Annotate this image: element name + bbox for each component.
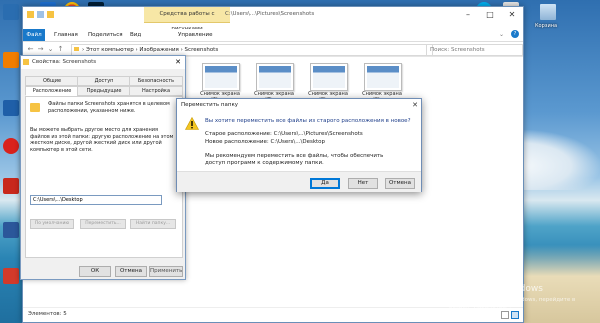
thumbnail[interactable]	[364, 63, 402, 91]
dialog-footer: Да Нет Отмена	[177, 171, 421, 192]
properties-dialog: Свойства: Screenshots ✕ Общие Доступ Без…	[20, 55, 186, 280]
tab-file[interactable]: Файл	[23, 29, 45, 41]
search-input[interactable]: Поиск: Screenshots	[426, 44, 523, 56]
old-location-text: Старое расположение: C:\Users\...\Pictur…	[205, 131, 363, 137]
word-icon[interactable]	[3, 222, 19, 238]
status-bar: Элементов: 5	[23, 307, 523, 322]
recycle-bin-label: Корзина	[535, 23, 558, 29]
thumbnail-image	[313, 66, 345, 88]
properties-qa-icon[interactable]	[37, 11, 44, 18]
tab-customize[interactable]: Настройка	[129, 86, 183, 96]
status-text: Элементов: 5	[28, 311, 67, 317]
thumbnail[interactable]	[256, 63, 294, 91]
tab-previous-versions[interactable]: Предыдущие версии	[77, 86, 131, 102]
desktop-app-icon[interactable]	[3, 4, 19, 20]
tab-share[interactable]: Поделиться	[83, 29, 128, 41]
folder-icon	[23, 59, 29, 65]
thumbnail-image	[367, 66, 399, 88]
warning-icon	[185, 117, 199, 130]
window-title: C:\Users\...\Pictures\Screenshots	[225, 11, 315, 17]
cancel-button[interactable]: Отмена	[385, 178, 415, 189]
recommendation-text: Мы рекомендуем переместить все файлы, чт…	[205, 153, 384, 166]
activation-watermark-title: Активация Windows	[449, 284, 543, 294]
help-icon[interactable]: ?	[511, 30, 519, 38]
ribbon-context-tab[interactable]: Средства работы с рисунками	[144, 7, 230, 32]
folder-icon	[27, 11, 34, 18]
tab-view[interactable]: Вид	[125, 29, 146, 41]
tab-home[interactable]: Главная	[49, 29, 83, 41]
folder-icon	[30, 103, 40, 112]
yes-button[interactable]: Да	[310, 178, 340, 189]
explorer-titlebar: Средства работы с рисунками C:\Users\...…	[23, 7, 523, 32]
apply-button[interactable]: Применить	[149, 266, 183, 277]
location-tab-panel: Файлы папки Screenshots хранятся в целев…	[25, 96, 183, 258]
no-button[interactable]: Нет	[348, 178, 378, 189]
forward-arrow-icon[interactable]: →	[36, 44, 45, 54]
tab-sharing[interactable]: Доступ	[77, 76, 131, 86]
properties-titlebar: Свойства: Screenshots ✕	[21, 56, 185, 69]
tab-general[interactable]: Общие	[25, 76, 79, 86]
activation-watermark-text: Чтобы активировать Windows, перейдите в …	[449, 297, 576, 310]
chevron-down-icon[interactable]: ⌄	[499, 31, 504, 38]
thumbnail[interactable]	[310, 63, 348, 91]
ribbon-tabs: Файл Главная Поделиться Вид Управление ⌄…	[23, 29, 523, 42]
folder-icon	[74, 47, 79, 51]
move-button[interactable]: Переместить...	[80, 219, 126, 229]
tab-location[interactable]: Расположение	[25, 86, 79, 96]
tab-manage[interactable]: Управление	[173, 29, 218, 41]
cancel-button[interactable]: Отмена	[115, 266, 147, 277]
ok-button[interactable]: ОК	[79, 266, 111, 277]
desktop-app-icon[interactable]	[3, 178, 19, 194]
desktop-app-icon[interactable]	[3, 268, 19, 284]
back-arrow-icon[interactable]: ←	[26, 44, 35, 54]
move-folder-dialog: Переместить папку ✕ Вы хотите переместит…	[176, 98, 422, 192]
dialog-title: Свойства: Screenshots	[32, 59, 97, 65]
maximize-button[interactable]: □	[479, 7, 501, 22]
info-text: Файлы папки Screenshots хранятся в целев…	[48, 101, 170, 114]
dialog-title: Переместить папку	[181, 102, 239, 108]
restore-default-button[interactable]: По умолчанию	[30, 219, 74, 229]
recent-chevron-icon[interactable]: ⌄	[46, 44, 55, 54]
thumbnail[interactable]	[202, 63, 240, 91]
thumbnail-image	[259, 66, 291, 88]
find-target-button[interactable]: Найти папку...	[130, 219, 176, 229]
new-location-text: Новое расположение: C:\Users\...\Desktop	[205, 139, 326, 145]
recycle-bin-icon[interactable]	[540, 4, 556, 20]
new-folder-qa-icon[interactable]	[47, 11, 54, 18]
desktop-app-icon[interactable]	[3, 100, 19, 116]
close-button[interactable]: ✕	[501, 7, 523, 22]
minimize-button[interactable]: –	[457, 7, 479, 22]
thumbnail-image	[205, 66, 237, 88]
opera-icon[interactable]	[3, 138, 19, 154]
tab-security[interactable]: Безопасность	[129, 76, 183, 86]
close-icon[interactable]: ✕	[409, 99, 421, 111]
move-dialog-titlebar: Переместить папку ✕	[177, 99, 421, 111]
location-path-field[interactable]: C:\Users\...\Desktop	[30, 195, 162, 205]
question-text: Вы хотите переместить все файлы из старо…	[205, 118, 411, 124]
up-arrow-icon[interactable]: ↑	[56, 44, 65, 54]
details-view-icon[interactable]	[501, 311, 509, 319]
tiles-view-icon[interactable]	[511, 311, 519, 319]
description-text: Вы можете выбрать другое место для хране…	[30, 127, 174, 153]
desktop-app-icon[interactable]	[3, 52, 19, 68]
close-icon[interactable]: ✕	[171, 56, 185, 69]
